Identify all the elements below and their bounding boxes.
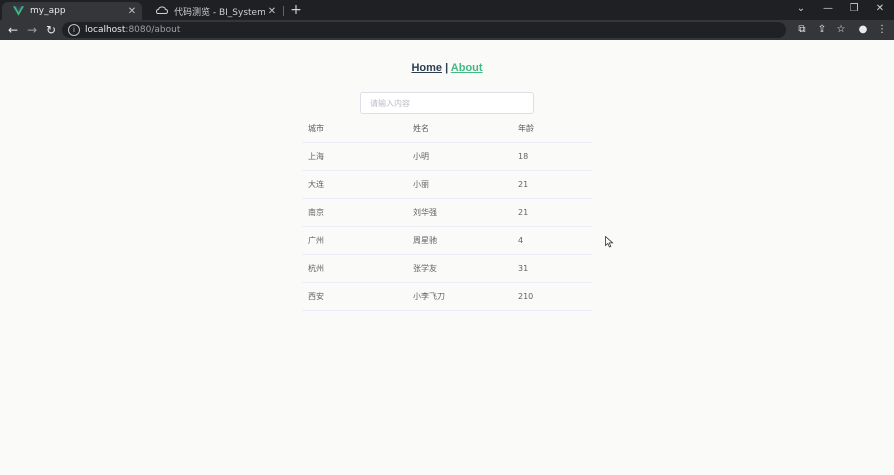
new-tab-icon[interactable]: + <box>288 2 304 18</box>
vue-logo-icon <box>12 5 24 17</box>
mouse-pointer-icon <box>605 233 614 252</box>
browser-toolbar: ← → ↻ i localhost :8080/about ⧉ ⇪ ☆ ● ⋮ <box>0 20 894 40</box>
cell-age: 4 <box>518 236 524 245</box>
cell-city: 上海 <box>308 152 324 161</box>
tab-code-browse[interactable]: 代码测览 - BI_System - M Stan ✕ <box>146 2 282 20</box>
cell-name: 张学友 <box>413 264 437 273</box>
forward-arrow-icon[interactable]: → <box>24 22 40 38</box>
cell-city: 西安 <box>308 292 324 301</box>
cell-city: 南京 <box>308 208 324 217</box>
cell-name: 小李飞刀 <box>413 292 445 301</box>
cell-name: 小丽 <box>413 180 429 189</box>
table-row: 大连 小丽 21 <box>302 171 592 199</box>
url-path: :8080/about <box>125 25 181 35</box>
search-input[interactable] <box>360 92 534 114</box>
table-row: 杭州 张学友 31 <box>302 255 592 283</box>
header-age: 年龄 <box>518 124 534 133</box>
cell-city: 广州 <box>308 236 324 245</box>
url-host: localhost <box>85 25 126 35</box>
site-info-icon[interactable]: i <box>68 24 80 36</box>
tab-strip: my_app ✕ 代码测览 - BI_System - M Stan ✕ + ⌄… <box>0 0 894 20</box>
profile-icon[interactable]: ● <box>855 22 871 38</box>
window-close-icon[interactable]: ✕ <box>867 0 893 20</box>
restore-icon[interactable]: ❐ <box>841 0 867 20</box>
cloud-icon <box>156 5 168 17</box>
cell-name: 周星驰 <box>413 236 437 245</box>
tab-search-chevron-icon[interactable]: ⌄ <box>788 0 814 20</box>
address-bar[interactable]: i localhost :8080/about <box>62 22 786 38</box>
about-link[interactable]: About <box>451 62 483 74</box>
tab-title: my_app <box>30 6 66 16</box>
cell-city: 杭州 <box>308 264 324 273</box>
header-city: 城市 <box>308 124 324 133</box>
close-tab-icon[interactable]: ✕ <box>265 6 279 17</box>
table-row: 上海 小明 18 <box>302 143 592 171</box>
cell-age: 210 <box>518 292 534 301</box>
cell-age: 21 <box>518 208 529 217</box>
cell-age: 31 <box>518 264 529 273</box>
table-header-row: 城市 姓名 年龄 <box>302 115 592 143</box>
translate-icon[interactable]: ⧉ <box>794 22 810 38</box>
bookmark-star-icon[interactable]: ☆ <box>833 22 849 38</box>
minimize-icon[interactable]: — <box>815 0 841 20</box>
share-icon[interactable]: ⇪ <box>814 22 830 38</box>
tab-divider <box>283 6 284 16</box>
table-row: 西安 小李飞刀 210 <box>302 283 592 311</box>
cell-city: 大连 <box>308 180 324 189</box>
cell-age: 21 <box>518 180 529 189</box>
menu-kebab-icon[interactable]: ⋮ <box>874 22 890 38</box>
table-row: 广州 周星驰 4 <box>302 227 592 255</box>
close-tab-icon[interactable]: ✕ <box>125 6 139 17</box>
tab-title: 代码测览 - BI_System - M Stan <box>174 7 265 18</box>
cell-name: 小明 <box>413 152 429 161</box>
reload-icon[interactable]: ↻ <box>43 22 59 38</box>
header-name: 姓名 <box>413 124 429 133</box>
home-link[interactable]: Home <box>411 62 442 74</box>
table-row: 南京 刘华强 21 <box>302 199 592 227</box>
back-arrow-icon[interactable]: ← <box>5 22 21 38</box>
nav-separator: | <box>445 62 449 74</box>
cell-age: 18 <box>518 152 529 161</box>
cell-name: 刘华强 <box>413 208 437 217</box>
data-table: 城市 姓名 年龄 上海 小明 18 大连 小丽 21 南京 刘华强 21 广州 … <box>302 115 592 311</box>
tab-my-app[interactable]: my_app ✕ <box>2 2 142 20</box>
router-nav: Home | About <box>0 62 894 74</box>
